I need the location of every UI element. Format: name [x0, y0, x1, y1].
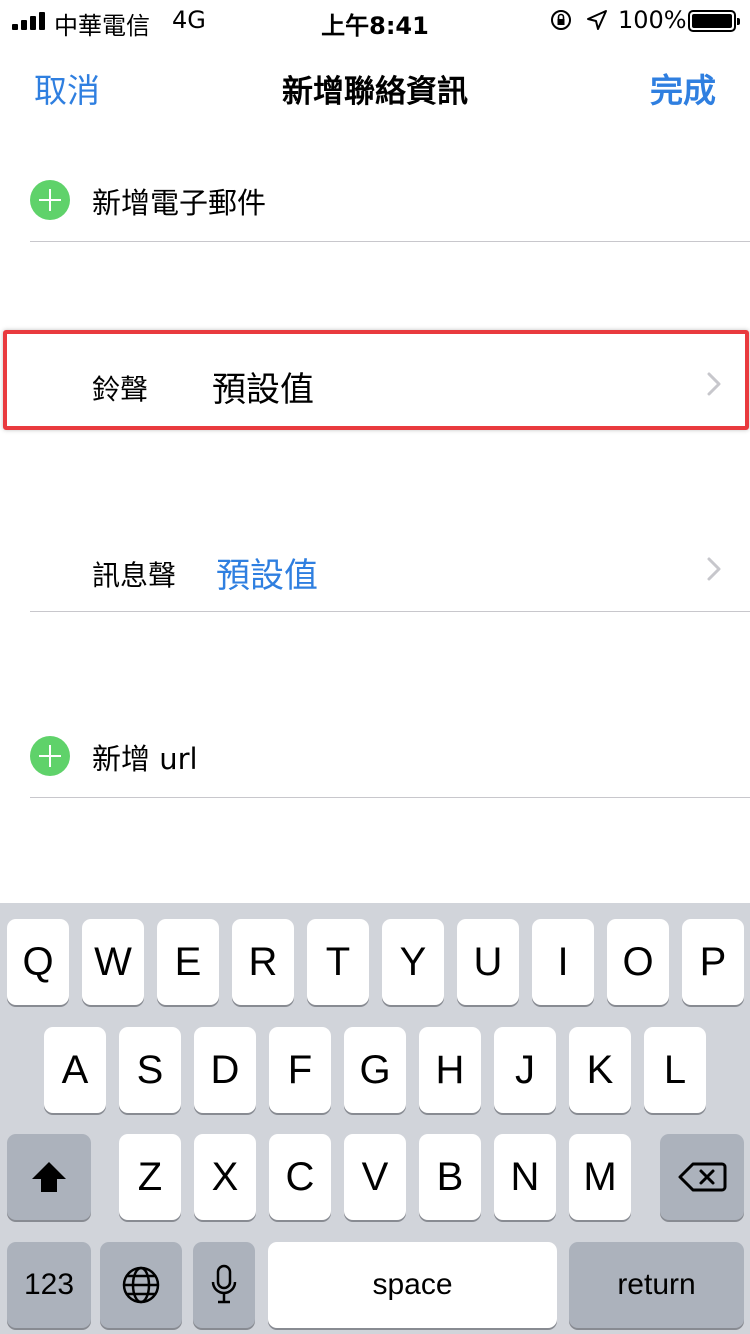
location-arrow-icon: [587, 10, 607, 30]
done-button[interactable]: 完成: [650, 64, 716, 112]
add-icon[interactable]: [30, 736, 70, 776]
separator: [30, 611, 750, 612]
text-tone-label: 訊息聲: [92, 559, 177, 592]
page-title: 新增聯絡資訊: [282, 74, 468, 110]
add-url-label: 新增 url: [92, 742, 198, 776]
add-icon[interactable]: [30, 180, 70, 220]
add-email-label: 新增電子郵件: [92, 186, 267, 220]
key-d[interactable]: D: [194, 1027, 256, 1113]
shift-key[interactable]: [7, 1134, 91, 1220]
key-o[interactable]: O: [607, 919, 669, 1005]
status-bar: 中華電信 4G 上午8:41 100%: [0, 0, 750, 40]
key-t[interactable]: T: [307, 919, 369, 1005]
separator: [30, 241, 750, 242]
rotation-lock-icon: [551, 10, 571, 30]
key-v[interactable]: V: [344, 1134, 406, 1220]
key-p[interactable]: P: [682, 919, 744, 1005]
backspace-key[interactable]: [660, 1134, 744, 1220]
key-a[interactable]: A: [44, 1027, 106, 1113]
key-k[interactable]: K: [569, 1027, 631, 1113]
key-b[interactable]: B: [419, 1134, 481, 1220]
shift-icon: [32, 1162, 66, 1192]
key-h[interactable]: H: [419, 1027, 481, 1113]
key-g[interactable]: G: [344, 1027, 406, 1113]
key-x[interactable]: X: [194, 1134, 256, 1220]
add-url-row[interactable]: 新增 url: [0, 716, 750, 798]
key-f[interactable]: F: [269, 1027, 331, 1113]
space-key[interactable]: space: [268, 1242, 557, 1328]
backspace-icon: [678, 1162, 727, 1192]
add-email-row[interactable]: 新增電子郵件: [0, 160, 750, 242]
navigation-bar: 取消 新增聯絡資訊 完成: [0, 60, 750, 110]
key-l[interactable]: L: [644, 1027, 706, 1113]
separator: [30, 797, 750, 798]
keyboard: Q W E R T Y U I O P A S D F G H J K L Z …: [0, 903, 750, 1334]
key-m[interactable]: M: [569, 1134, 631, 1220]
battery-percentage: 100%: [618, 6, 687, 34]
key-e[interactable]: E: [157, 919, 219, 1005]
key-j[interactable]: J: [494, 1027, 556, 1113]
key-r[interactable]: R: [232, 919, 294, 1005]
numbers-key[interactable]: 123: [7, 1242, 91, 1328]
key-c[interactable]: C: [269, 1134, 331, 1220]
key-s[interactable]: S: [119, 1027, 181, 1113]
return-key[interactable]: return: [569, 1242, 744, 1328]
key-z[interactable]: Z: [119, 1134, 181, 1220]
key-w[interactable]: W: [82, 919, 144, 1005]
chevron-right-icon: [707, 557, 721, 581]
key-u[interactable]: U: [457, 919, 519, 1005]
microphone-key[interactable]: [193, 1242, 255, 1328]
text-tone-value: 預設值: [216, 556, 318, 596]
key-q[interactable]: Q: [7, 919, 69, 1005]
key-n[interactable]: N: [494, 1134, 556, 1220]
key-i[interactable]: I: [532, 919, 594, 1005]
highlight-box: [3, 330, 749, 430]
text-tone-row[interactable]: 訊息聲 預設值: [0, 520, 750, 612]
microphone-icon: [211, 1264, 237, 1304]
battery-icon: [688, 10, 740, 32]
key-y[interactable]: Y: [382, 919, 444, 1005]
globe-key[interactable]: [100, 1242, 182, 1328]
globe-icon: [122, 1266, 160, 1304]
